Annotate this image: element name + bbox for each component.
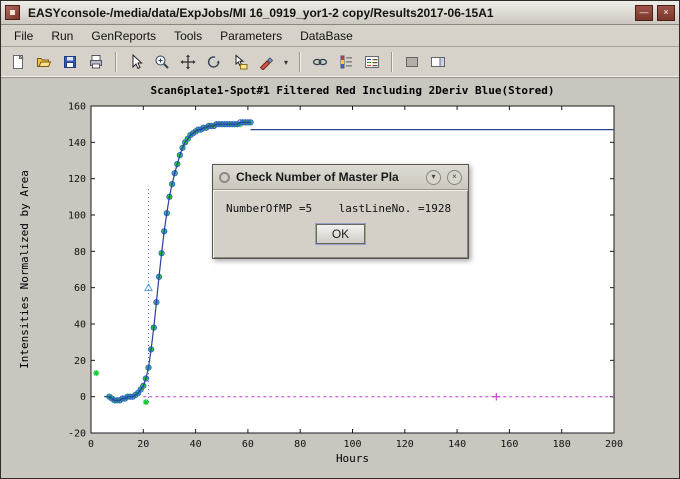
svg-text:60: 60 xyxy=(74,283,86,294)
pan-button[interactable] xyxy=(176,50,200,74)
brush-dropdown-button[interactable]: ▾ xyxy=(280,50,292,74)
svg-text:140: 140 xyxy=(68,138,86,149)
pan-icon xyxy=(180,54,196,70)
open-file-button[interactable] xyxy=(32,50,56,74)
new-figure-button[interactable] xyxy=(6,50,30,74)
svg-text:100: 100 xyxy=(68,211,86,222)
save-figure-icon xyxy=(62,54,78,70)
brush-button[interactable] xyxy=(254,50,278,74)
edit-plot-icon xyxy=(128,54,144,70)
link-plot-icon xyxy=(312,54,328,70)
save-figure-button[interactable] xyxy=(58,50,82,74)
svg-text:180: 180 xyxy=(553,439,571,450)
menu-item-genreports[interactable]: GenReports xyxy=(82,25,165,46)
svg-text:80: 80 xyxy=(74,247,86,258)
x-axis-title: Hours xyxy=(336,452,369,465)
insert-colorbar-icon xyxy=(338,54,354,70)
app-icon xyxy=(5,5,20,20)
menu-item-file[interactable]: File xyxy=(5,25,42,46)
menu-item-run[interactable]: Run xyxy=(42,25,82,46)
dialog-title-bar[interactable]: Check Number of Master Pla ▾ × xyxy=(213,165,468,190)
ok-button[interactable]: OK xyxy=(316,224,365,244)
svg-text:40: 40 xyxy=(190,439,202,450)
figure-area: 020406080100120140160180200-200204060801… xyxy=(1,78,679,478)
close-button[interactable]: × xyxy=(657,5,675,21)
svg-text:60: 60 xyxy=(242,439,254,450)
dialog-body: NumberOfMP =5 lastLineNo. =1928 OK xyxy=(213,190,468,258)
minimize-button[interactable]: — xyxy=(635,5,653,21)
link-plot-button[interactable] xyxy=(308,50,332,74)
new-figure-icon xyxy=(10,54,26,70)
dialog-close-button[interactable]: × xyxy=(447,170,462,185)
svg-text:20: 20 xyxy=(137,439,149,450)
hide-plot-tools-icon xyxy=(404,54,420,70)
plot-area[interactable] xyxy=(91,106,614,433)
svg-text:120: 120 xyxy=(396,439,414,450)
hide-plot-tools-button[interactable] xyxy=(400,50,424,74)
svg-text:0: 0 xyxy=(80,392,86,403)
svg-text:40: 40 xyxy=(74,320,86,331)
menu-item-parameters[interactable]: Parameters xyxy=(211,25,291,46)
brush-icon xyxy=(258,54,274,70)
svg-text:-20: -20 xyxy=(68,429,86,440)
print-figure-icon xyxy=(88,54,104,70)
toolbar-separator xyxy=(115,52,117,72)
zoom-in-icon xyxy=(154,54,170,70)
dialog-icon xyxy=(219,172,230,183)
dialog-collapse-button[interactable]: ▾ xyxy=(426,170,441,185)
figure-canvas: 020406080100120140160180200-200204060801… xyxy=(1,78,679,478)
insert-legend-button[interactable] xyxy=(360,50,384,74)
menu-bar: FileRunGenReportsToolsParametersDataBase xyxy=(1,25,679,47)
window-title: EASYconsole-/media/data/ExpJobs/MI 16_09… xyxy=(24,6,631,20)
toolbar-separator xyxy=(391,52,393,72)
svg-text:120: 120 xyxy=(68,174,86,185)
toolbar-separator xyxy=(299,52,301,72)
show-plot-tools-icon xyxy=(430,54,446,70)
data-cursor-icon xyxy=(232,54,248,70)
zoom-in-button[interactable] xyxy=(150,50,174,74)
open-file-icon xyxy=(36,54,52,70)
data-cursor-button[interactable] xyxy=(228,50,252,74)
svg-text:0: 0 xyxy=(88,439,94,450)
print-figure-button[interactable] xyxy=(84,50,108,74)
svg-text:20: 20 xyxy=(74,356,86,367)
toolbar: ▾ xyxy=(1,47,679,78)
dialog-title: Check Number of Master Pla xyxy=(236,170,420,184)
svg-text:200: 200 xyxy=(605,439,623,450)
svg-text:80: 80 xyxy=(294,439,306,450)
menu-item-tools[interactable]: Tools xyxy=(165,25,211,46)
show-plot-tools-button[interactable] xyxy=(426,50,450,74)
edit-plot-button[interactable] xyxy=(124,50,148,74)
svg-text:160: 160 xyxy=(500,439,518,450)
dialog-message: NumberOfMP =5 lastLineNo. =1928 xyxy=(226,202,455,215)
insert-legend-icon xyxy=(364,54,380,70)
svg-text:160: 160 xyxy=(68,102,86,113)
rotate-3d-button[interactable] xyxy=(202,50,226,74)
app-window: EASYconsole-/media/data/ExpJobs/MI 16_09… xyxy=(0,0,680,479)
chart-title: Scan6plate1-Spot#1 Filtered Red Includin… xyxy=(151,84,555,97)
svg-text:140: 140 xyxy=(448,439,466,450)
title-bar: EASYconsole-/media/data/ExpJobs/MI 16_09… xyxy=(1,1,679,25)
rotate-3d-icon xyxy=(206,54,222,70)
insert-colorbar-button[interactable] xyxy=(334,50,358,74)
svg-text:100: 100 xyxy=(343,439,361,450)
check-master-plate-dialog: Check Number of Master Pla ▾ × NumberOfM… xyxy=(212,164,469,259)
menu-item-database[interactable]: DataBase xyxy=(291,25,362,46)
y-axis-title: Intensities Normalized by Area xyxy=(18,170,31,369)
